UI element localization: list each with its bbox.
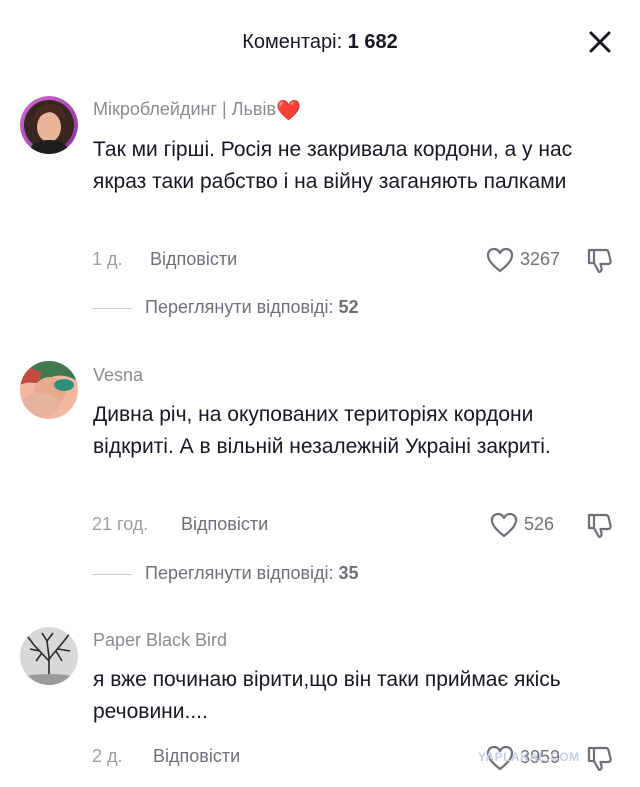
replies-count: 35 — [338, 563, 359, 583]
comments-title: Коментарі: 1 682 — [0, 31, 640, 54]
replies-count: 52 — [338, 297, 359, 317]
comments-title-label: Коментарі: — [242, 31, 343, 53]
comment-text: Дивна річ, на окупованих територіях корд… — [93, 403, 551, 458]
dislike-button[interactable] — [586, 247, 614, 275]
close-icon — [589, 31, 611, 53]
reply-button[interactable]: Відповісти — [181, 514, 268, 535]
comment-timestamp: 1 д. — [92, 249, 123, 269]
comment-item: Vesna Дивна річ, на окупованих територія… — [0, 358, 640, 598]
divider-line — [92, 573, 132, 575]
dislike-button[interactable] — [586, 512, 614, 540]
comment-timestamp: 21 год. — [92, 514, 149, 534]
comment-username[interactable]: Мікроблейдинг | Львів❤️ — [93, 98, 301, 123]
watermark: YAPLAKAL.COM — [478, 750, 580, 764]
dislike-button[interactable] — [586, 745, 614, 773]
thumbs-down-icon — [587, 746, 612, 772]
comments-count: 1 682 — [347, 31, 398, 53]
username-text: Мікроблейдинг | Львів — [93, 99, 277, 119]
comment-text: я вже починаю вірити,що він таки приймає… — [93, 668, 561, 723]
thumbs-down-icon — [587, 248, 612, 274]
comment-text: Так ми гірші. Росія не закривала кордони… — [93, 138, 573, 193]
comment-item: Мікроблейдинг | Львів❤️ Так ми гірші. Ро… — [0, 92, 640, 332]
comment-username[interactable]: Paper Black Bird — [93, 630, 227, 651]
username-text: Vesna — [93, 365, 144, 385]
thumbs-down-icon — [587, 513, 612, 539]
like-count: 3267 — [520, 249, 561, 269]
view-replies-label: Переглянути відповіді: — [145, 297, 334, 317]
view-replies-button[interactable]: Переглянути відповіді: 35 — [92, 563, 359, 584]
view-replies-label: Переглянути відповіді: — [145, 563, 334, 583]
close-button[interactable] — [586, 28, 614, 56]
avatar[interactable] — [20, 627, 78, 685]
view-replies-button[interactable]: Переглянути відповіді: 52 — [92, 297, 359, 318]
heart-outline-icon — [486, 247, 514, 273]
heart-outline-icon — [490, 512, 518, 538]
reply-button[interactable]: Відповісти — [150, 249, 237, 270]
avatar[interactable] — [20, 96, 78, 154]
comments-header: Коментарі: 1 682 — [0, 0, 640, 88]
comment-username[interactable]: Vesna — [93, 365, 143, 386]
like-count: 526 — [524, 514, 555, 534]
red-heart-icon: ❤️ — [276, 100, 301, 122]
reply-button[interactable]: Відповісти — [153, 746, 240, 767]
comment-timestamp: 2 д. — [92, 746, 123, 766]
divider-line — [92, 307, 132, 309]
comment-meta: 2 д. Відповісти — [92, 746, 472, 776]
username-text: Paper Black Bird — [93, 630, 228, 650]
avatar[interactable] — [20, 361, 78, 419]
